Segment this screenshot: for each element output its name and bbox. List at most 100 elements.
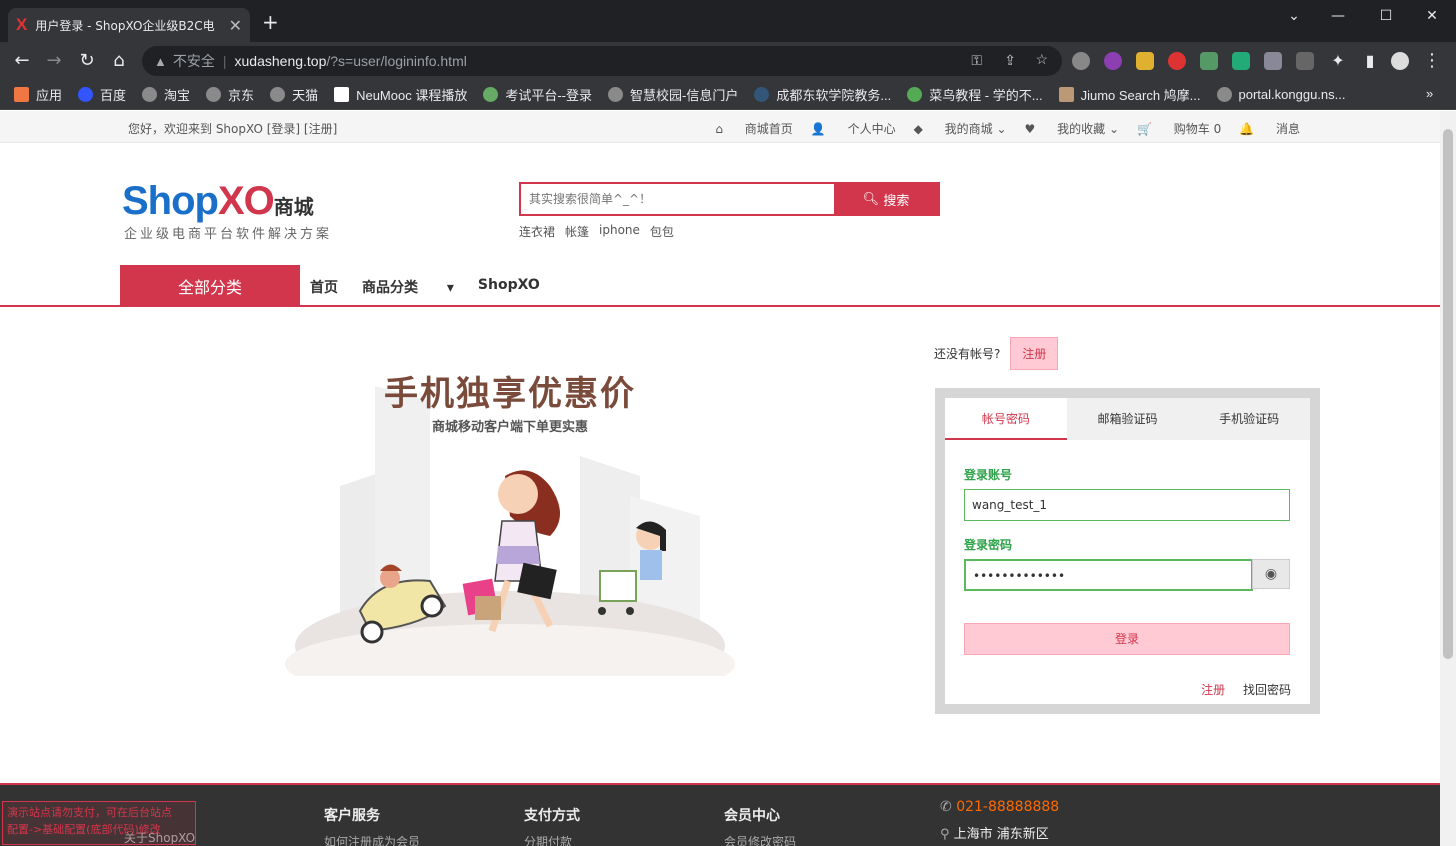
nav-home[interactable]: 首页 xyxy=(310,277,338,297)
logo-slogan: 企业级电商平台软件解决方案 xyxy=(124,227,333,242)
search-button-label: 搜索 xyxy=(883,193,910,209)
bookmark-item[interactable]: Jiumo Search 鸠摩... xyxy=(1058,85,1201,104)
footer-col-title: 支付方式 xyxy=(524,808,580,824)
extension-icon[interactable] xyxy=(1136,52,1154,70)
back-icon[interactable]: ← xyxy=(10,51,34,71)
home-icon[interactable]: ⌂ xyxy=(107,51,131,71)
top-nav-user-center[interactable]: 👤 个人中心 xyxy=(811,120,896,137)
url-domain: xudasheng.top xyxy=(234,53,327,69)
extension-icon[interactable] xyxy=(1232,52,1250,70)
favicon-icon: X xyxy=(16,15,28,34)
adblock-icon[interactable] xyxy=(1168,52,1186,70)
register-button[interactable]: 注册 xyxy=(1010,337,1059,370)
show-password-eye-icon[interactable]: ◉ xyxy=(1252,559,1290,589)
bookmark-item[interactable]: 淘宝 xyxy=(142,85,190,104)
minimize-icon[interactable]: — xyxy=(1318,8,1358,24)
page-scrollbar[interactable] xyxy=(1440,111,1456,846)
account-input[interactable]: wang_test_1 xyxy=(964,489,1290,521)
notice-line: 演示站点请勿支付，可在后台站点 xyxy=(7,806,172,819)
bookmark-item[interactable]: 天猫 xyxy=(270,85,318,104)
hot-words: 连衣裙 帐篷 iphone 包包 xyxy=(519,223,684,240)
welcome-text[interactable]: 您好，欢迎来到 ShopXO [登录] [注册] xyxy=(128,120,337,137)
school-icon xyxy=(754,87,770,102)
hot-word-link[interactable]: 连衣裙 xyxy=(519,223,555,240)
top-nav-label: 商城首页 xyxy=(744,122,793,136)
bookmark-item[interactable]: 成都东软学院教务... xyxy=(754,85,891,104)
menu-icon[interactable]: ⋮ xyxy=(1420,51,1444,71)
bookmark-label: 天猫 xyxy=(292,88,319,103)
search-input[interactable] xyxy=(521,184,834,214)
top-nav-label: 我的收藏 xyxy=(1057,122,1106,136)
bookmark-item[interactable]: 菜鸟教程 - 学的不... xyxy=(907,85,1043,104)
logo-shop: Shop xyxy=(122,179,219,223)
bookmark-item[interactable]: 京东 xyxy=(206,85,254,104)
footer-col-title: 客户服务 xyxy=(324,808,380,824)
puzzle-icon[interactable]: ✦ xyxy=(1326,51,1350,71)
tab-search-icon[interactable]: ⌄ xyxy=(1274,8,1314,24)
top-nav-messages[interactable]: 🔔 消息 xyxy=(1239,120,1300,137)
footer-link[interactable]: 如何注册成为会员 xyxy=(324,833,420,846)
login-form: 帐号密码 邮箱验证码 手机验证码 登录账号 wang_test_1 登录密码 •… xyxy=(945,398,1310,704)
top-nav-home[interactable]: ⌂ 商城首页 xyxy=(715,120,792,137)
top-nav-label: 购物车 0 xyxy=(1173,122,1222,136)
profile-avatar[interactable] xyxy=(1391,52,1409,70)
key-icon[interactable]: ⚿ xyxy=(971,52,982,69)
sidebar-icon[interactable]: ▮ xyxy=(1358,51,1382,71)
search-form: 🔍︎ 搜索 xyxy=(519,182,940,216)
browser-tab[interactable]: X 用户登录 - ShopXO企业级B2C电 ✕ xyxy=(8,8,250,42)
bookmark-star-icon[interactable]: ☆ xyxy=(1035,51,1048,68)
register-link[interactable]: 注册 xyxy=(1201,683,1225,697)
web-page: 您好，欢迎来到 ShopXO [登录] [注册] ⌂ 商城首页 👤 个人中心 ◆… xyxy=(0,111,1440,846)
globe-icon xyxy=(608,87,623,102)
top-nav-label: 个人中心 xyxy=(847,122,896,136)
top-nav-favorites[interactable]: ♥ 我的收藏 ⌄ xyxy=(1025,120,1119,137)
forward-icon[interactable]: → xyxy=(42,51,66,71)
hot-word-link[interactable]: 帐篷 xyxy=(565,223,589,240)
top-nav-my-mall[interactable]: ◆ 我的商城 ⌄ xyxy=(914,120,1007,137)
top-nav-cart[interactable]: 🛒 购物车 0 xyxy=(1137,120,1221,137)
extension-icon[interactable] xyxy=(1200,52,1218,70)
reload-icon[interactable]: ↻ xyxy=(75,51,99,71)
bookmark-label: 菜鸟教程 - 学的不... xyxy=(929,88,1043,103)
address-bar[interactable]: ▲ 不安全 | xudasheng.top /?s=user/logininfo… xyxy=(142,46,1062,76)
nav-shopxo[interactable]: ShopXO xyxy=(478,277,540,297)
search-button[interactable]: 🔍︎ 搜索 xyxy=(834,184,938,214)
bookmark-item[interactable]: NeuMooc 课程播放 xyxy=(334,85,467,104)
tab-phone-code[interactable]: 手机验证码 xyxy=(1188,398,1310,440)
hot-word-link[interactable]: 包包 xyxy=(650,223,674,240)
login-button[interactable]: 登录 xyxy=(964,623,1290,655)
extension-icon[interactable] xyxy=(1296,52,1314,70)
all-categories-button[interactable]: 全部分类 xyxy=(120,265,300,306)
password-label: 登录密码 xyxy=(964,538,1013,552)
bookmark-item[interactable]: 考试平台--登录 xyxy=(483,85,592,104)
tab-account-password[interactable]: 帐号密码 xyxy=(945,398,1067,440)
maximize-icon[interactable]: ☐ xyxy=(1366,8,1406,24)
bookmark-item[interactable]: 百度 xyxy=(78,85,126,104)
hot-word-link[interactable]: iphone xyxy=(599,223,640,240)
bookmark-label: 智慧校园-信息门户 xyxy=(630,88,739,103)
warning-icon: ▲ xyxy=(154,53,167,69)
bookmark-label: 应用 xyxy=(36,88,63,103)
password-input[interactable]: ••••••••••••• xyxy=(964,559,1253,591)
bookmark-item[interactable]: 应用 xyxy=(14,85,62,104)
tab-email-code[interactable]: 邮箱验证码 xyxy=(1067,398,1189,440)
extension-icon[interactable] xyxy=(1104,52,1122,70)
bookmark-label: 考试平台--登录 xyxy=(505,88,592,103)
top-nav-label: 我的商城 xyxy=(944,122,993,136)
more-bookmarks-icon[interactable]: » xyxy=(1426,86,1433,101)
extension-icon[interactable] xyxy=(1072,52,1090,70)
footer-link[interactable]: 会员修改密码 xyxy=(724,833,796,846)
share-icon[interactable]: ⇪ xyxy=(1004,52,1016,69)
bookmark-item[interactable]: portal.konggu.ns... xyxy=(1216,87,1345,102)
site-logo[interactable]: ShopXO商城 企业级电商平台软件解决方案 xyxy=(122,179,329,242)
bookmark-label: 淘宝 xyxy=(164,88,191,103)
scrollbar-thumb[interactable] xyxy=(1443,129,1453,659)
close-tab-icon[interactable]: ✕ xyxy=(229,16,242,35)
close-window-icon[interactable]: ✕ xyxy=(1412,8,1452,24)
forgot-password-link[interactable]: 找回密码 xyxy=(1243,683,1291,697)
footer-link[interactable]: 分期付款 xyxy=(524,833,580,846)
bookmark-item[interactable]: 智慧校园-信息门户 xyxy=(608,85,738,104)
nav-categories[interactable]: 商品分类 ▾ xyxy=(362,277,454,297)
new-tab-icon[interactable]: + xyxy=(262,12,279,32)
extension-icon[interactable] xyxy=(1264,52,1282,70)
